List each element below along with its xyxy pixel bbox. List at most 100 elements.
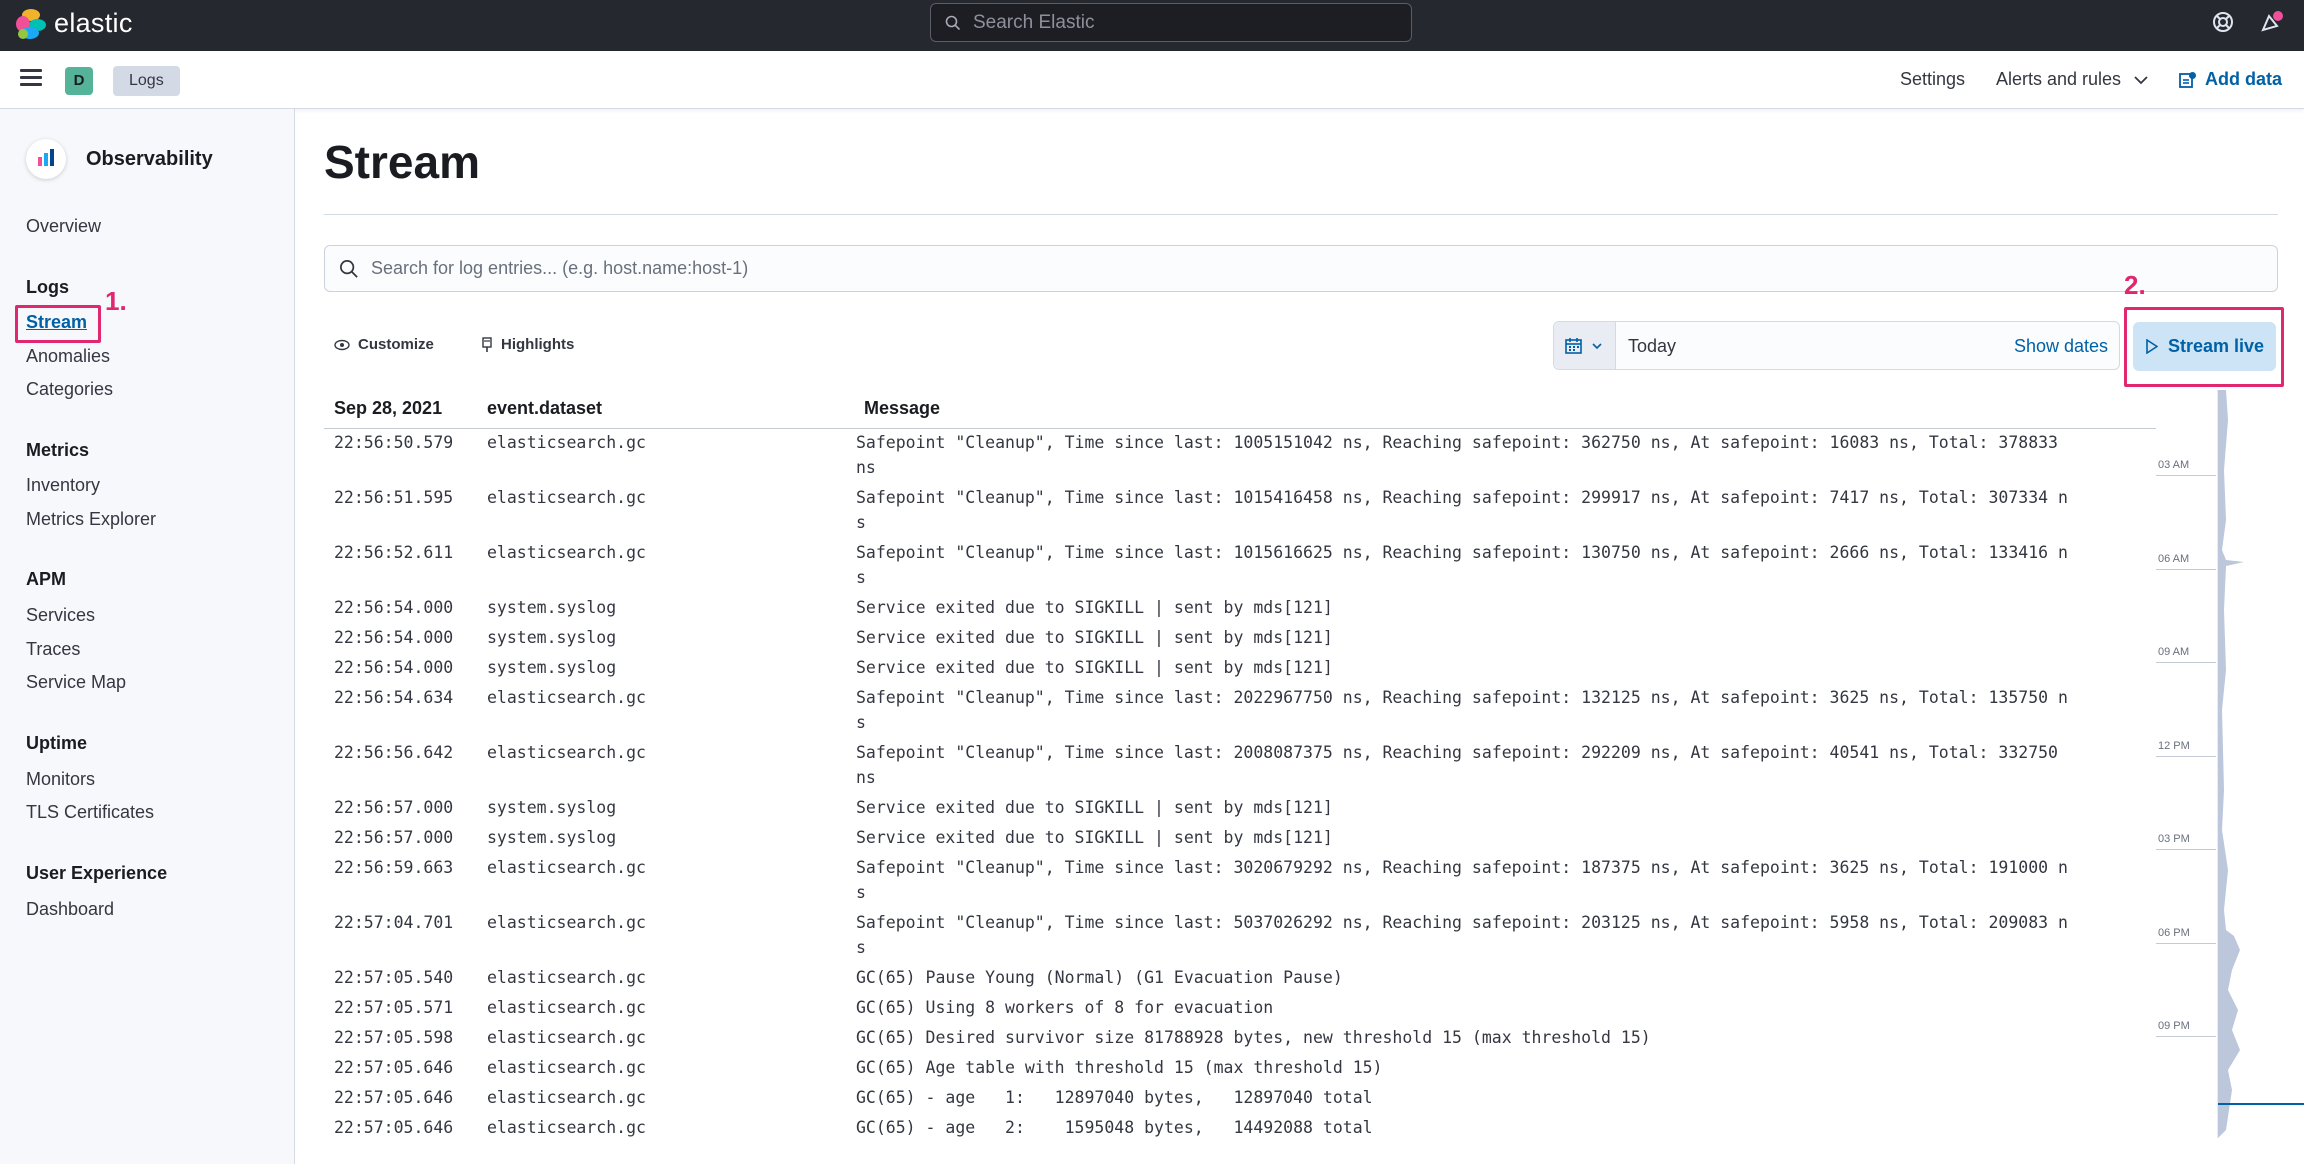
customize-label: Customize xyxy=(358,336,434,353)
minimap-time-label: 12 PM xyxy=(2158,739,2190,752)
minimap-time-label: 09 AM xyxy=(2158,646,2190,658)
minimap-time-label: 03 PM xyxy=(2158,833,2190,845)
sidebar-item-anomalies[interactable]: Anomalies xyxy=(26,346,110,367)
log-dataset: elasticsearch.gc xyxy=(487,1088,646,1107)
minimap-tick xyxy=(2156,475,2216,476)
sidebar-item-inventory[interactable]: Inventory xyxy=(26,475,100,496)
minimap-tick xyxy=(2156,568,2216,570)
elastic-logo[interactable]: elastic xyxy=(16,8,133,39)
log-timestamp: 22:57:05.598 xyxy=(334,1028,454,1047)
breadcrumb-logs[interactable]: Logs xyxy=(113,66,180,96)
log-timestamp: 22:56:57.000 xyxy=(334,828,454,847)
sidebar-item-tls-certificates[interactable]: TLS Certificates xyxy=(26,802,154,823)
sidebar-item-metrics-explorer[interactable]: Metrics Explorer xyxy=(26,509,156,530)
log-row[interactable]: 22:56:52.611 elasticsearch.gc Safepoint "C… xyxy=(324,540,2074,590)
minimap-tick xyxy=(2156,942,2216,944)
sidebar-item-categories[interactable]: Categories xyxy=(26,379,113,400)
log-row[interactable]: 22:56:56.642 elasticsearch.gc Safepoint "C… xyxy=(324,740,2074,790)
log-row[interactable]: 22:56:50.579 elasticsearch.gc Safepoint "C… xyxy=(324,430,2074,480)
annotation-number-2: 2. xyxy=(2124,270,2146,300)
log-row[interactable]: 22:56:57.000 system.syslog Service exited … xyxy=(324,825,2074,850)
log-row[interactable]: 22:57:05.540 elasticsearch.gc GC(65) Pause… xyxy=(324,965,2074,990)
column-header-dataset[interactable]: event.dataset xyxy=(487,398,602,419)
log-message: Safepoint "Cleanup", Time since last: 50… xyxy=(856,913,2068,957)
column-header-date[interactable]: Sep 28, 2021 xyxy=(334,398,442,419)
log-message: GC(65) Using 8 workers of 8 for evacuati… xyxy=(856,998,1274,1017)
sidebar-header: Observability xyxy=(26,139,213,179)
log-dataset: system.syslog xyxy=(487,598,617,617)
log-dataset: system.syslog xyxy=(487,798,617,817)
alerts-rules-menu[interactable]: Alerts and rules xyxy=(1996,69,2148,90)
menu-toggle-button[interactable] xyxy=(20,69,42,87)
chevron-down-icon xyxy=(1592,343,1602,350)
log-message: Safepoint "Cleanup", Time since last: 20… xyxy=(856,688,2068,732)
add-data-label: Add data xyxy=(2204,69,2282,89)
log-timestamp: 22:57:05.571 xyxy=(334,998,454,1017)
newsfeed-icon[interactable] xyxy=(2259,10,2287,38)
annotation-box-stream-live xyxy=(2124,307,2284,387)
log-row[interactable]: 22:56:54.000 system.syslog Service exited … xyxy=(324,625,2074,650)
minimap-tick xyxy=(2156,662,2216,663)
date-range-value: Today xyxy=(1628,336,1677,356)
log-dataset: system.syslog xyxy=(487,628,617,647)
log-row[interactable]: 22:56:51.595 elasticsearch.gc Safepoint "C… xyxy=(324,485,2074,535)
log-minimap[interactable]: 03 AM 06 AM 09 AM 12 PM 03 PM 06 PM 09 PM xyxy=(2156,390,2304,1138)
settings-link[interactable]: Settings xyxy=(1900,69,1965,90)
log-row[interactable]: 22:56:57.000 system.syslog Service exited … xyxy=(324,795,2074,820)
log-row[interactable]: 22:57:05.646 elasticsearch.gc GC(65) - age… xyxy=(324,1115,2074,1140)
column-header-message[interactable]: Message xyxy=(864,398,940,419)
observability-icon xyxy=(26,139,66,179)
minimap-time-label: 06 PM xyxy=(2158,926,2190,939)
log-timestamp: 22:56:57.000 xyxy=(334,798,454,817)
log-message: GC(65) - age 2: 1595048 bytes, 14492088 … xyxy=(856,1118,1373,1137)
log-row[interactable]: 22:56:54.634 elasticsearch.gc Safepoint "C… xyxy=(324,685,2074,735)
sidebar-item-dashboard[interactable]: Dashboard xyxy=(26,899,114,920)
log-row[interactable]: 22:57:05.646 elasticsearch.gc GC(65) Age t… xyxy=(324,1055,2074,1080)
log-row[interactable]: 22:56:54.000 system.syslog Service exited … xyxy=(324,655,2074,680)
log-row[interactable]: 22:57:05.571 elasticsearch.gc GC(65) Using… xyxy=(324,995,2074,1020)
log-row[interactable]: 22:56:54.000 system.syslog Service exited … xyxy=(324,595,2074,620)
sidebar-item-monitors[interactable]: Monitors xyxy=(26,769,95,790)
space-avatar[interactable]: D xyxy=(65,67,93,95)
highlights-label: Highlights xyxy=(501,336,575,353)
sidebar-section-apm: APM xyxy=(26,569,66,589)
sidebar-title: Observability xyxy=(86,147,213,170)
log-row[interactable]: 22:56:59.663 elasticsearch.gc Safepoint "C… xyxy=(324,855,2074,905)
global-header: elastic Search Elastic xyxy=(0,0,2304,51)
sidebar-item-overview[interactable]: Overview xyxy=(26,216,101,237)
sidebar: Observability xyxy=(0,109,295,1164)
log-dataset: elasticsearch.gc xyxy=(487,1028,646,1047)
sidebar-section-metrics: Metrics xyxy=(26,440,90,460)
sidebar-item-traces[interactable]: Traces xyxy=(26,639,80,660)
date-quick-menu-button[interactable] xyxy=(1554,322,1616,369)
sidebar-item-service-map[interactable]: Service Map xyxy=(26,672,126,693)
log-dataset: system.syslog xyxy=(487,658,617,677)
log-dataset: system.syslog xyxy=(487,828,617,847)
log-timestamp: 22:56:54.000 xyxy=(334,658,454,677)
log-row[interactable]: 22:57:05.646 elasticsearch.gc GC(65) - age… xyxy=(324,1085,2074,1110)
show-dates-link[interactable]: Show dates xyxy=(2014,336,2108,357)
log-search-input[interactable]: Search for log entries... (e.g. host.nam… xyxy=(324,245,2278,292)
add-data-button[interactable]: Add data xyxy=(2179,69,2282,90)
log-timestamp: 22:57:05.646 xyxy=(334,1058,454,1077)
highlights-button[interactable]: Highlights xyxy=(481,336,574,353)
log-row[interactable]: 22:57:04.701 elasticsearch.gc Safepoint "C… xyxy=(324,910,2074,960)
global-search-input[interactable]: Search Elastic xyxy=(930,3,1412,42)
log-dataset: elasticsearch.gc xyxy=(487,488,646,507)
highlighter-icon xyxy=(482,336,492,352)
sidebar-item-services[interactable]: Services xyxy=(26,605,95,626)
help-icon[interactable] xyxy=(2211,10,2239,38)
global-search-placeholder: Search Elastic xyxy=(973,11,1095,33)
eye-icon xyxy=(334,339,350,350)
minimap-time-label: 06 AM xyxy=(2158,552,2190,565)
brand-name: elastic xyxy=(54,8,133,38)
log-row[interactable]: 22:57:05.598 elasticsearch.gc GC(65) Desir… xyxy=(324,1025,2074,1050)
sidebar-section-uptime: Uptime xyxy=(26,733,88,753)
customize-button[interactable]: Customize xyxy=(334,336,434,353)
date-picker[interactable]: Today Show dates xyxy=(1553,321,2120,370)
log-timestamp: 22:56:52.611 xyxy=(334,543,454,562)
app-header: D Logs Settings Alerts and rules Add dat… xyxy=(0,51,2304,109)
log-dataset: elasticsearch.gc xyxy=(487,858,646,877)
log-message: Safepoint "Cleanup", Time since last: 30… xyxy=(856,858,2068,902)
calendar-icon xyxy=(1565,338,1582,354)
